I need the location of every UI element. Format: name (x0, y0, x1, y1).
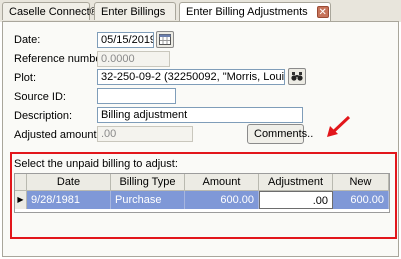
description-field[interactable]: Billing adjustment (97, 107, 303, 123)
tab-label: Enter Billing Adjustments (186, 6, 308, 18)
section-title: Select the unpaid billing to adjust: (14, 158, 178, 170)
source-id-field[interactable] (97, 88, 176, 104)
row-pointer-icon[interactable]: ▶ (15, 191, 27, 209)
cell-new-amount[interactable]: 600.00 (333, 191, 389, 209)
plot-label: Plot: (14, 72, 37, 84)
comments-button[interactable]: Comments.. (247, 124, 313, 144)
column-header-new-amount[interactable]: New Amount (333, 174, 389, 205)
close-icon[interactable]: ✕ (316, 6, 329, 19)
tab-label: Caselle Connect® (9, 6, 98, 18)
date-field[interactable]: 05/15/2019 (97, 32, 154, 48)
tab-enter-billings[interactable]: Enter Billings (94, 2, 176, 20)
column-header-amount[interactable]: Amount (185, 174, 259, 191)
plot-field[interactable]: 32-250-09-2 (32250092, "Morris, Louise") (97, 69, 285, 85)
column-header-billing-type[interactable]: Billing Type (111, 174, 185, 191)
cell-date[interactable]: 9/28/1981 (27, 191, 111, 209)
binoculars-icon[interactable] (288, 68, 306, 85)
description-label: Description: (14, 110, 73, 122)
cell-billing-type[interactable]: Purchase (111, 191, 185, 209)
adjusted-amount-field: .00 (97, 126, 193, 142)
calendar-icon[interactable] (156, 31, 174, 48)
date-label: Date: (14, 34, 41, 46)
column-header-adjustment[interactable]: Adjustment (259, 174, 333, 191)
reference-number-label: Reference number: (14, 53, 109, 65)
tab-bar: Caselle Connect® Enter Billings Enter Bi… (0, 0, 401, 22)
cell-adjustment-input[interactable]: .00 (259, 191, 333, 209)
column-header-date[interactable]: Date (27, 174, 111, 191)
red-arrow-icon (327, 115, 351, 137)
tab-label: Enter Billings (101, 6, 166, 18)
grid-corner (15, 174, 27, 191)
source-id-label: Source ID: (14, 91, 66, 103)
reference-number-field: 0.0000 (97, 51, 170, 67)
cell-amount[interactable]: 600.00 (185, 191, 259, 209)
unpaid-billing-grid: Date Billing Type Amount Adjustment New … (14, 173, 390, 213)
adjusted-amount-label: Adjusted amount: (14, 129, 100, 141)
tab-caselle-connect[interactable]: Caselle Connect® (2, 2, 98, 20)
tab-enter-billing-adjustments[interactable]: Enter Billing Adjustments ✕ (179, 2, 331, 22)
